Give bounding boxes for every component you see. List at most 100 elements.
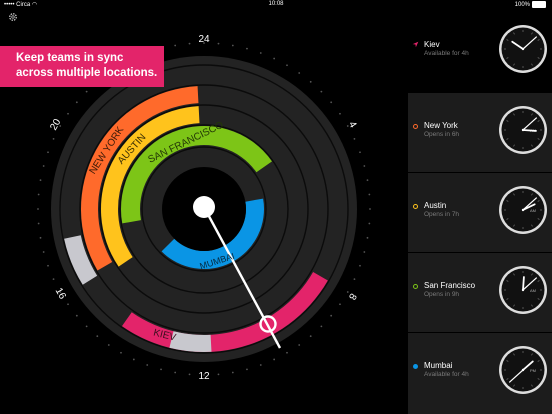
dial-dot [37,222,40,225]
location-list: Kiev Available for 4h New York Opens in … [408,12,552,414]
clock-mumbai: PM [499,346,547,394]
dial-dot [353,137,356,140]
dial-dot [366,236,369,239]
dial-dot [47,264,49,267]
battery-percent: 100% [514,2,530,9]
dial-dot [42,251,45,253]
dial-dot [359,264,361,267]
status-bar: ••••• Circa ◠ 10:08 100% [0,0,552,10]
dial-dot [259,364,262,366]
hand-pivot[interactable] [193,196,215,218]
dial-dot [273,358,276,361]
dial-dot [246,47,248,50]
dial-dot [369,208,371,210]
dial-dot [368,193,371,196]
dial-dot [42,165,45,167]
hour-hand [522,129,537,132]
dial-dot [67,112,69,115]
list-item-kiev[interactable]: Kiev Available for 4h [408,12,552,92]
ring-indicator-icon [413,124,418,129]
hour-hand [522,276,525,291]
dial-dot [37,193,40,196]
dial-dot [217,42,220,45]
dial-dot [39,236,42,239]
dial-dot [309,335,312,338]
hour-label-12: 12 [198,371,210,382]
dial-dot [320,325,323,328]
clock-pivot [521,208,525,212]
dial-dot [363,165,366,167]
dial-dot [75,314,78,317]
hour-label-20: 20 [48,117,63,133]
list-item-austin[interactable]: Austin Opens in 7h AM [408,172,552,252]
dial-dot [273,57,276,60]
dial-dot [120,351,122,354]
clock-ampm: PM [530,368,536,373]
location-status: Opens in 6h [424,131,460,138]
status-time: 10:08 [268,1,284,7]
dial-dot [246,368,248,371]
clock-pivot [521,47,525,51]
dial-dot [298,344,301,346]
dial-dot [339,303,341,306]
dial-dot [132,358,135,361]
dial-dot [52,137,55,140]
dial-dot [286,351,288,354]
location-status: Available for 4h [424,371,469,378]
promo-line-2: across multiple locations. [16,67,158,79]
list-item-newyork[interactable]: New York Opens in 6h AM [408,92,552,172]
dial-dot [160,368,162,371]
clock-sanfrancisco: AM [499,266,547,314]
dial-dot [174,371,177,374]
dial-dot [231,44,234,47]
dial-dot [67,303,69,306]
dial-dot [330,101,333,104]
location-name: New York [424,121,458,130]
dial-dot [353,278,356,281]
location-arrow-icon [412,41,419,48]
location-name: San Francisco [424,281,476,290]
dial-dot [363,251,366,253]
ring-indicator-icon [413,284,418,289]
dial-dot [330,314,333,317]
dial-dot [320,90,323,93]
hour-label-4: 4 [346,120,359,131]
dial-dot [298,72,301,74]
clock-austin: AM [499,186,547,234]
clock-pivot [521,288,525,292]
clock-ampm: AM [530,288,536,293]
list-item-sanfrancisco[interactable]: San Francisco Opens in 9h AM [408,252,552,332]
dial-dot [309,80,312,83]
list-item-mumbai[interactable]: Mumbai Available for 4h PM [408,332,552,412]
dial-dot [286,64,288,67]
clock-pivot [521,128,525,132]
location-status: Opens in 9h [424,291,460,298]
dial-dot [188,373,191,376]
promo-banner: Keep teams in sync across multiple locat… [0,46,164,87]
location-status: Opens in 7h [424,211,460,218]
dial-dot [359,151,361,154]
battery-icon [532,1,546,8]
dial-dot [174,44,177,47]
dial-dot [339,112,341,115]
hour-label-24: 24 [198,34,210,45]
dial-dot [217,373,220,376]
dial-dot [146,364,149,366]
dial-dot [52,278,55,281]
dot-indicator-icon [413,364,418,369]
location-status: Available for 4h [424,50,469,57]
dial-dot [47,151,49,154]
dial-dot [231,371,234,374]
battery-indicator: 100% [515,1,546,8]
ring-indicator-icon [413,204,418,209]
clock-ampm: AM [530,208,536,213]
hour-label-16: 16 [53,286,68,302]
dial-dot [259,52,262,54]
dial-dot [96,335,99,338]
location-name: Kiev [424,40,440,49]
dial-dot [75,101,78,104]
location-name: Mumbai [424,361,453,370]
clock-newyork: AM [499,106,547,154]
dial-dot [39,179,42,182]
dial-dot [37,208,39,210]
